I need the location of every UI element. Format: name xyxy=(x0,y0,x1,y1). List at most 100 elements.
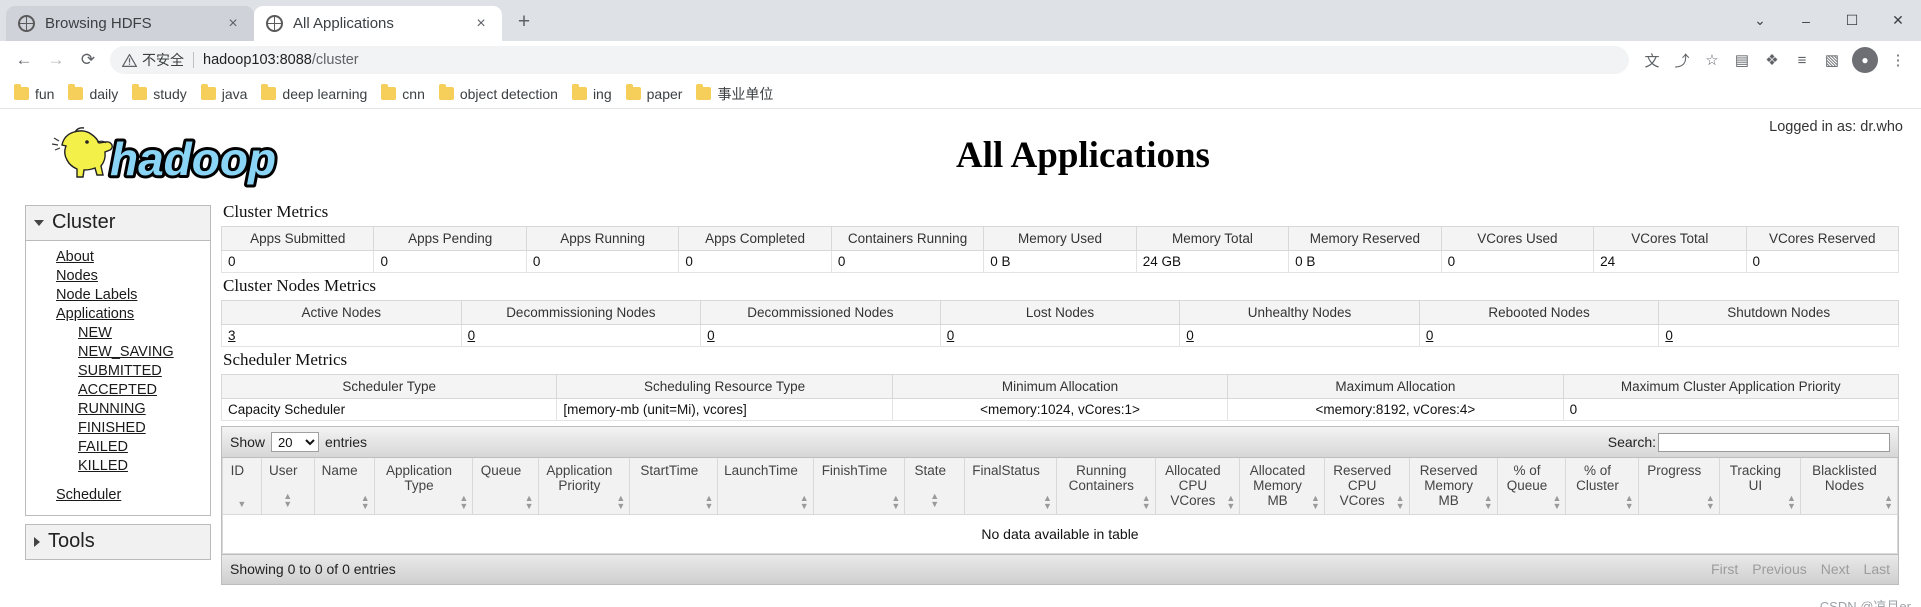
close-window-button[interactable]: ✕ xyxy=(1875,0,1921,41)
col-finalstatus[interactable]: FinalStatus xyxy=(964,458,1057,515)
bookmark-deep-learning[interactable]: deep learning xyxy=(255,84,375,104)
sidebar-item-applications[interactable]: Applications xyxy=(26,305,210,324)
bookmark-java[interactable]: java xyxy=(195,84,256,104)
bookmark-paper[interactable]: paper xyxy=(620,84,691,104)
address-bar[interactable]: 不安全 hadoop103:8088/cluster xyxy=(110,46,1629,74)
translate-icon[interactable]: 文 xyxy=(1637,45,1667,75)
bookmark-study[interactable]: study xyxy=(126,84,194,104)
sort-both-icon xyxy=(1043,494,1052,510)
col-allocated-cpu-vcores[interactable]: Allocated CPU VCores xyxy=(1154,458,1241,515)
toolbar-icons: 文 ⤴ ☆ ▤ ❖ ≡ ▧ ● ⋮ xyxy=(1637,45,1913,75)
sidebar-item-accepted[interactable]: ACCEPTED xyxy=(26,381,210,400)
lost-nodes-link[interactable]: 0 xyxy=(947,328,955,343)
browser-tab-browsing-hdfs[interactable]: Browsing HDFS × xyxy=(6,6,254,41)
pagination-previous[interactable]: Previous xyxy=(1752,561,1806,577)
avatar[interactable]: ● xyxy=(1852,47,1878,73)
sidebar-item-nodes[interactable]: Nodes xyxy=(26,267,210,286)
bookmark-star-icon[interactable]: ☆ xyxy=(1697,45,1727,75)
sort-both-icon xyxy=(616,494,625,510)
empty-row: No data available in table xyxy=(222,514,1898,554)
col-user[interactable]: User xyxy=(260,458,315,515)
bookmark-shiyedanwei[interactable]: 事业单位 xyxy=(690,82,781,106)
sort-both-icon xyxy=(1787,494,1796,510)
table-row: 3 0 0 0 0 0 0 xyxy=(221,324,1899,347)
col-allocated-memory-mb[interactable]: Allocated Memory MB xyxy=(1239,458,1325,515)
reading-list-icon[interactable]: ▤ xyxy=(1727,45,1757,75)
col-id[interactable]: ID xyxy=(222,458,262,515)
sidebar-item-finished[interactable]: FINISHED xyxy=(26,419,210,438)
forward-icon[interactable]: → xyxy=(40,44,72,76)
bookmark-fun[interactable]: fun xyxy=(8,84,62,104)
sidebar-cluster-header[interactable]: Cluster xyxy=(26,206,210,241)
col-percent-of-cluster[interactable]: % of Cluster xyxy=(1565,458,1639,515)
page-length-select[interactable]: 20 50 100 xyxy=(271,432,320,452)
bookmark-ing[interactable]: ing xyxy=(566,84,620,104)
extensions-icon[interactable]: ❖ xyxy=(1757,45,1787,75)
minimize-button[interactable]: – xyxy=(1783,0,1829,41)
shutdown-nodes-link[interactable]: 0 xyxy=(1665,328,1673,343)
close-icon[interactable]: × xyxy=(222,15,244,32)
col-decommissioned-nodes: Decommissioned Nodes xyxy=(700,300,941,325)
col-label: ID xyxy=(230,463,245,478)
collections-icon[interactable]: ≡ xyxy=(1787,45,1817,75)
globe-icon xyxy=(266,15,283,32)
sidebar-item-failed[interactable]: FAILED xyxy=(26,438,210,457)
tab-search-icon[interactable]: ⌄ xyxy=(1737,0,1783,41)
reload-icon[interactable]: ⟳ xyxy=(72,44,104,76)
pagination-first[interactable]: First xyxy=(1711,561,1738,577)
sidebar-item-new-saving[interactable]: NEW_SAVING xyxy=(26,343,210,362)
sidepanel-icon[interactable]: ▧ xyxy=(1817,45,1847,75)
col-state[interactable]: State xyxy=(904,458,966,515)
sidebar-item-about[interactable]: About xyxy=(26,248,210,267)
sidebar-item-submitted[interactable]: SUBMITTED xyxy=(26,362,210,381)
search-input[interactable] xyxy=(1658,432,1890,452)
active-nodes-link[interactable]: 3 xyxy=(228,328,236,343)
col-progress[interactable]: Progress xyxy=(1637,458,1720,515)
col-launchtime[interactable]: LaunchTime xyxy=(717,458,814,515)
new-tab-button[interactable]: + xyxy=(507,5,541,39)
browser-tab-all-applications[interactable]: All Applications × xyxy=(254,6,502,41)
sidebar-item-killed[interactable]: KILLED xyxy=(26,457,210,476)
col-running-containers[interactable]: Running Containers xyxy=(1055,458,1156,515)
sort-both-icon xyxy=(1226,494,1235,510)
col-maximum-allocation: Maximum Allocation xyxy=(1227,374,1564,399)
sidebar-item-new[interactable]: NEW xyxy=(26,324,210,343)
decommissioning-nodes-link[interactable]: 0 xyxy=(468,328,476,343)
sidebar-item-node-labels[interactable]: Node Labels xyxy=(26,286,210,305)
col-label: Name xyxy=(321,463,358,478)
col-blacklisted-nodes[interactable]: Blacklisted Nodes xyxy=(1799,458,1899,515)
back-icon[interactable]: ← xyxy=(8,44,40,76)
col-tracking-ui[interactable]: Tracking UI xyxy=(1718,458,1801,515)
col-finishtime[interactable]: FinishTime xyxy=(812,458,906,515)
col-starttime[interactable]: StartTime xyxy=(629,458,719,515)
sidebar-tools-header[interactable]: Tools xyxy=(26,525,210,559)
decommissioned-nodes-link[interactable]: 0 xyxy=(707,328,715,343)
sidebar-item-running[interactable]: RUNNING xyxy=(26,400,210,419)
applications-table-wrapper: Show 20 50 100 entries Search: xyxy=(221,426,1899,585)
col-label: StartTime xyxy=(640,463,699,478)
col-reserved-cpu-vcores[interactable]: Reserved CPU VCores xyxy=(1323,458,1410,515)
col-percent-of-queue[interactable]: % of Queue xyxy=(1496,458,1567,515)
hadoop-logo[interactable]: hadoop hadoop xyxy=(10,117,315,195)
table-row: 0 0 0 0 0 0 B 24 GB 0 B 0 24 0 xyxy=(220,250,1900,273)
sidebar-item-scheduler[interactable]: Scheduler xyxy=(26,486,210,505)
col-application-type[interactable]: Application Type xyxy=(373,458,474,515)
col-queue[interactable]: Queue xyxy=(472,458,539,515)
share-icon[interactable]: ⤴ xyxy=(1667,45,1697,75)
close-icon[interactable]: × xyxy=(470,15,492,32)
col-application-priority[interactable]: Application Priority xyxy=(537,458,631,515)
chrome-menu-icon[interactable]: ⋮ xyxy=(1883,45,1913,75)
bookmark-cnn[interactable]: cnn xyxy=(375,84,433,104)
rebooted-nodes-link[interactable]: 0 xyxy=(1426,328,1434,343)
globe-icon xyxy=(18,15,35,32)
pagination-last[interactable]: Last xyxy=(1864,561,1890,577)
col-name[interactable]: Name xyxy=(313,458,375,515)
datatable-footer: Showing 0 to 0 of 0 entries First Previo… xyxy=(222,553,1898,584)
maximize-button[interactable]: ☐ xyxy=(1829,0,1875,41)
col-reserved-memory-mb[interactable]: Reserved Memory MB xyxy=(1408,458,1498,515)
col-apps-submitted: Apps Submitted xyxy=(220,226,375,251)
bookmark-daily[interactable]: daily xyxy=(62,84,126,104)
bookmark-object-detection[interactable]: object detection xyxy=(433,84,566,104)
unhealthy-nodes-link[interactable]: 0 xyxy=(1186,328,1194,343)
pagination-next[interactable]: Next xyxy=(1821,561,1850,577)
